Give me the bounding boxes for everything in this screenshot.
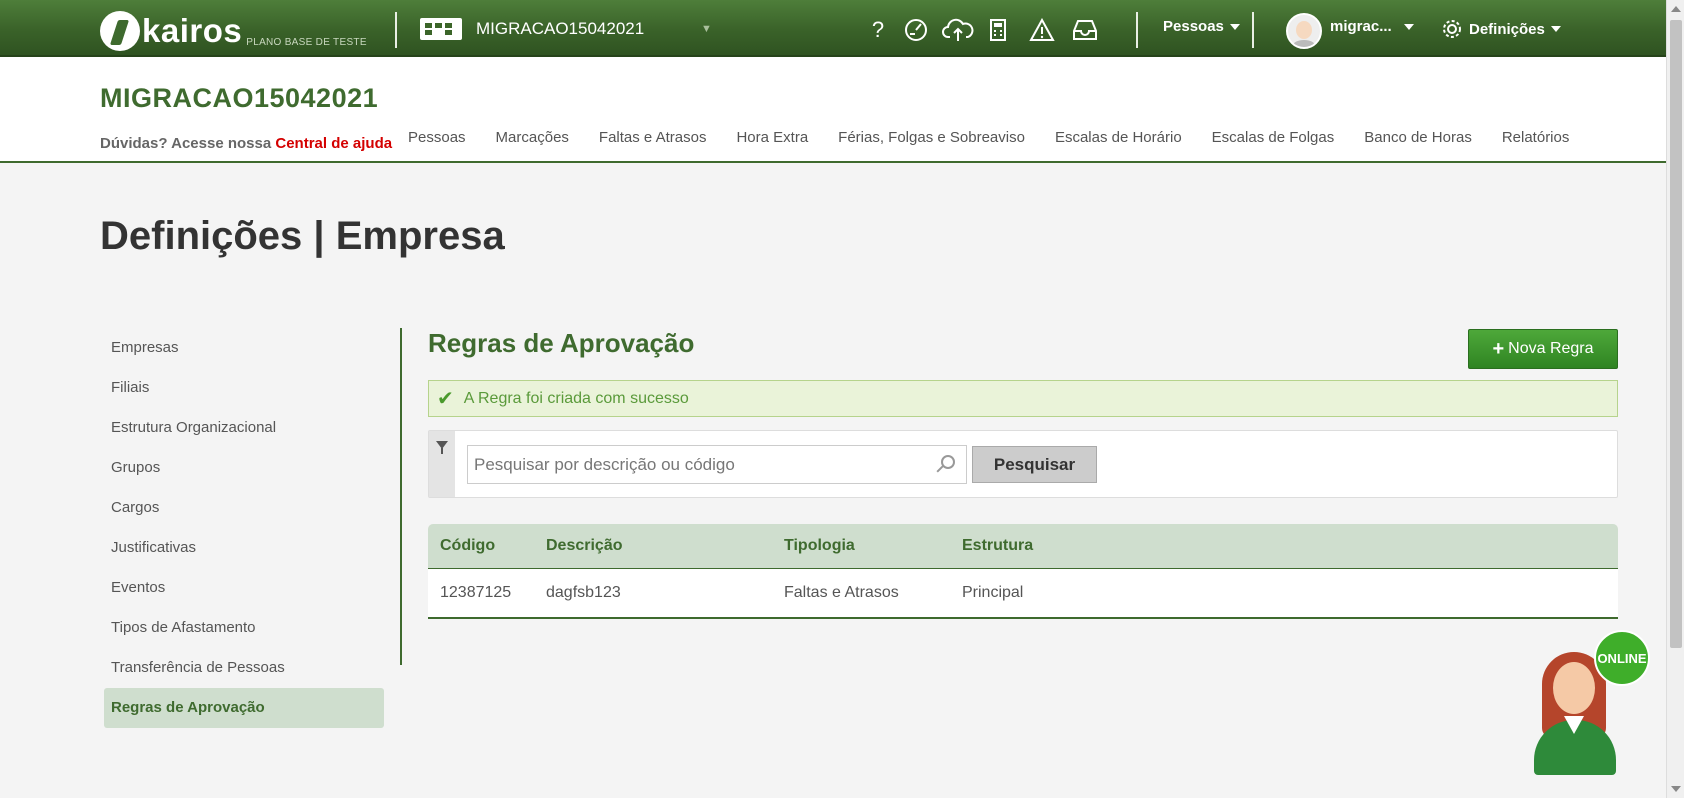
caret-down-icon	[1550, 26, 1561, 32]
settings-menu[interactable]: Definições	[1441, 18, 1561, 40]
gear-icon	[1443, 20, 1461, 38]
pessoas-menu[interactable]: Pessoas	[1163, 18, 1240, 35]
divider	[1136, 12, 1138, 48]
plan-label: PLANO BASE DE TESTE	[246, 37, 367, 48]
search-input[interactable]	[467, 445, 967, 484]
company-title: MIGRACAO15042021	[100, 83, 379, 113]
alert-message: A Regra foi criada com sucesso	[463, 389, 689, 407]
filter-panel: Pesquisar	[428, 430, 1618, 498]
sidebar-item-cargos[interactable]: Cargos	[104, 488, 384, 528]
sidebar-item-filiais[interactable]: Filiais	[104, 368, 384, 408]
sidebar-item-regras-aprovacao[interactable]: Regras de Aprovação	[104, 688, 384, 728]
company-selector[interactable]: MIGRACAO15042021 ▼	[420, 14, 712, 44]
nav-escalas-horario[interactable]: Escalas de Horário	[1055, 129, 1182, 146]
nav-banco-horas[interactable]: Banco de Horas	[1364, 129, 1472, 146]
filter-toggle[interactable]	[429, 431, 455, 497]
table-header: Código Descrição Tipologia Estrutura	[428, 524, 1618, 569]
top-bar: kairos PLANO BASE DE TESTE MIGRACAO15042…	[0, 0, 1666, 57]
sidebar: Empresas Filiais Estrutura Organizaciona…	[104, 328, 384, 728]
new-rule-label: Nova Regra	[1508, 340, 1594, 357]
nav-escalas-folgas[interactable]: Escalas de Folgas	[1212, 129, 1335, 146]
section-title: Regras de Aprovação	[428, 328, 695, 358]
help-icon[interactable]: ?	[864, 16, 892, 44]
column-header-estrutura[interactable]: Estrutura	[962, 537, 1262, 555]
new-rule-button[interactable]: + Nova Regra	[1468, 329, 1618, 369]
divider	[395, 12, 397, 48]
sidebar-item-grupos[interactable]: Grupos	[104, 448, 384, 488]
plus-icon: +	[1492, 337, 1505, 360]
caret-down-icon	[1229, 23, 1240, 30]
cloud-upload-icon[interactable]	[942, 16, 974, 44]
divider	[1252, 12, 1254, 48]
logo-text: kairos	[142, 12, 243, 49]
caret-down-icon	[1403, 23, 1414, 30]
cell-tipologia: Faltas e Atrasos	[784, 584, 899, 601]
cell-descricao: dagfsb123	[546, 584, 621, 601]
pessoas-menu-label: Pessoas	[1163, 18, 1224, 35]
warning-icon[interactable]	[1028, 16, 1056, 44]
help-center-link[interactable]: Central de ajuda	[275, 135, 392, 152]
sidebar-item-transferencia[interactable]: Transferência de Pessoas	[104, 648, 384, 688]
sidebar-item-justificativas[interactable]: Justificativas	[104, 528, 384, 568]
search-button[interactable]: Pesquisar	[972, 446, 1097, 483]
nav-marcacoes[interactable]: Marcações	[496, 129, 569, 146]
online-chat-widget[interactable]: ONLINE	[1530, 630, 1660, 775]
column-header-descricao[interactable]: Descrição	[546, 537, 784, 555]
main-nav: Pessoas Marcações Faltas e Atrasos Hora …	[408, 129, 1599, 146]
avatar[interactable]	[1286, 13, 1322, 49]
sidebar-divider	[400, 328, 402, 665]
inbox-icon[interactable]	[1071, 16, 1099, 44]
kairos-logo-icon	[100, 11, 140, 51]
check-icon: ✔	[437, 388, 454, 410]
user-menu[interactable]: migrac...	[1330, 18, 1414, 35]
calculator-icon[interactable]	[984, 16, 1012, 44]
sidebar-item-estrutura[interactable]: Estrutura Organizacional	[104, 408, 384, 448]
page-scrollbar[interactable]	[1666, 0, 1684, 798]
scroll-down-arrow-icon[interactable]	[1671, 786, 1681, 792]
scrollbar-thumb[interactable]	[1670, 20, 1682, 648]
nav-faltas-atrasos[interactable]: Faltas e Atrasos	[599, 129, 707, 146]
success-alert: ✔ A Regra foi criada com sucesso	[428, 380, 1618, 417]
table-row[interactable]: 12387125 dagfsb123 Faltas e Atrasos Prin…	[428, 569, 1618, 619]
speed-icon[interactable]	[902, 16, 930, 44]
filter-icon	[436, 441, 448, 454]
agent-face	[1553, 662, 1595, 714]
user-name: migrac...	[1330, 18, 1392, 35]
sidebar-item-eventos[interactable]: Eventos	[104, 568, 384, 608]
page-title: Definições | Empresa	[100, 214, 505, 258]
online-status-badge: ONLINE	[1594, 630, 1650, 686]
nav-relatorios[interactable]: Relatórios	[1502, 129, 1570, 146]
nav-hora-extra[interactable]: Hora Extra	[736, 129, 808, 146]
cell-codigo: 12387125	[440, 584, 512, 601]
nav-pessoas[interactable]: Pessoas	[408, 129, 466, 146]
sidebar-item-afastamento[interactable]: Tipos de Afastamento	[104, 608, 384, 648]
building-icon	[420, 18, 462, 40]
chevron-down-icon: ▼	[701, 23, 712, 35]
cell-estrutura: Principal	[962, 584, 1024, 601]
sub-header: MIGRACAO15042021 Dúvidas? Acesse nossa C…	[0, 57, 1666, 163]
sidebar-item-empresas[interactable]: Empresas	[104, 328, 384, 368]
search-icon[interactable]	[941, 455, 955, 469]
nav-ferias-folgas[interactable]: Férias, Folgas e Sobreaviso	[838, 129, 1025, 146]
company-selector-label: MIGRACAO15042021	[476, 19, 645, 38]
settings-menu-label: Definições	[1469, 20, 1545, 38]
kairos-logo[interactable]: kairos PLANO BASE DE TESTE	[100, 5, 367, 51]
help-text: Dúvidas? Acesse nossa Central de ajuda	[100, 135, 392, 152]
scroll-up-arrow-icon[interactable]	[1671, 6, 1681, 12]
help-prefix: Dúvidas? Acesse nossa	[100, 135, 272, 152]
column-header-tipologia[interactable]: Tipologia	[784, 537, 962, 555]
rules-table: Código Descrição Tipologia Estrutura 123…	[428, 524, 1618, 619]
column-header-codigo[interactable]: Código	[428, 537, 546, 555]
